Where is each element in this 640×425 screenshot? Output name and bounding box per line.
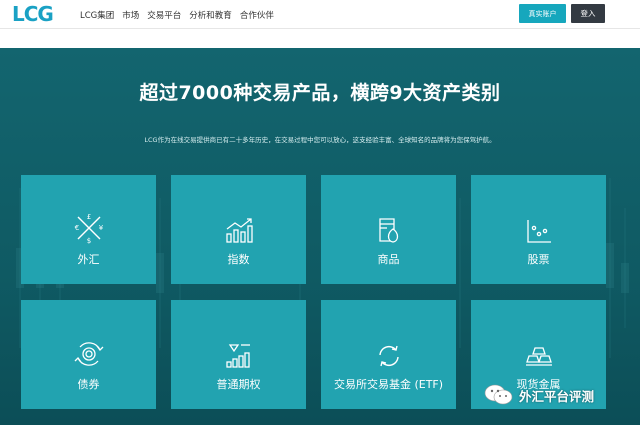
top-header: LCG LCG集团 市场 交易平台 分析和教育 合作伙伴 真实账户 登入 [0,0,640,29]
hero-section: 超过7000种交易产品，横跨9大资产类别 LCG作为在线交易提供商已有二十多年历… [0,48,640,425]
card-label: 指数 [227,253,250,266]
hero-subline: LCG作为在线交易提供商已有二十多年历史，在交易过程中您可以放心，这支经验丰富、… [144,136,496,144]
metal-bars-icon [525,347,552,366]
card-etf[interactable]: 交易所交易基金 (ETF) [321,300,456,409]
nav-item-platforms[interactable]: 交易平台 [147,9,181,21]
nav-item-group[interactable]: LCG集团 [80,9,114,21]
logo-text: LCG [12,2,54,26]
nav-item-partners[interactable]: 合作伙伴 [240,9,274,21]
open-account-button[interactable]: 真实账户 [519,4,566,23]
svg-text:£: £ [86,213,90,221]
currency-exchange-icon: £ € ¥ $ [74,213,103,245]
card-stocks[interactable]: 股票 [471,175,606,284]
svg-text:€: € [74,224,78,232]
wechat-icon [484,384,513,405]
card-label: 股票 [527,253,550,266]
nav-item-education[interactable]: 分析和教育 [189,9,232,21]
card-label: 外汇 [77,253,100,266]
watermark-text: 外汇平台评测 [519,388,595,404]
wechat-watermark: 外汇平台评测 [484,384,594,406]
card-indices[interactable]: 指数 [171,175,306,284]
login-button[interactable]: 登入 [571,4,605,23]
bond-cycle-icon [74,342,103,366]
svg-text:$: $ [86,237,90,245]
card-label: 普通期权 [216,378,261,391]
card-commodities[interactable]: 商品 [321,175,456,284]
scatter-chart-icon [526,220,551,243]
card-label: 商品 [377,253,400,266]
nav-item-markets[interactable]: 市场 [122,9,139,21]
card-label: 交易所交易基金 (ETF) [333,378,444,391]
svg-text:¥: ¥ [98,224,103,232]
main-nav: LCG集团 市场 交易平台 分析和教育 合作伙伴 [80,0,274,29]
card-options[interactable]: 普通期权 [171,300,306,409]
hero-headline: 超过7000种交易产品，横跨9大资产类别 [139,82,501,104]
card-bonds[interactable]: 债券 [21,300,156,409]
commodity-beaker-icon [378,218,398,243]
card-forex[interactable]: £ € ¥ $ 外汇 [21,175,156,284]
bar-chart-icon [225,218,253,243]
options-chart-icon [225,344,250,368]
lcg-logo[interactable]: LCG [12,2,54,26]
refresh-arrows-icon [378,345,399,367]
card-label: 债券 [77,378,100,391]
